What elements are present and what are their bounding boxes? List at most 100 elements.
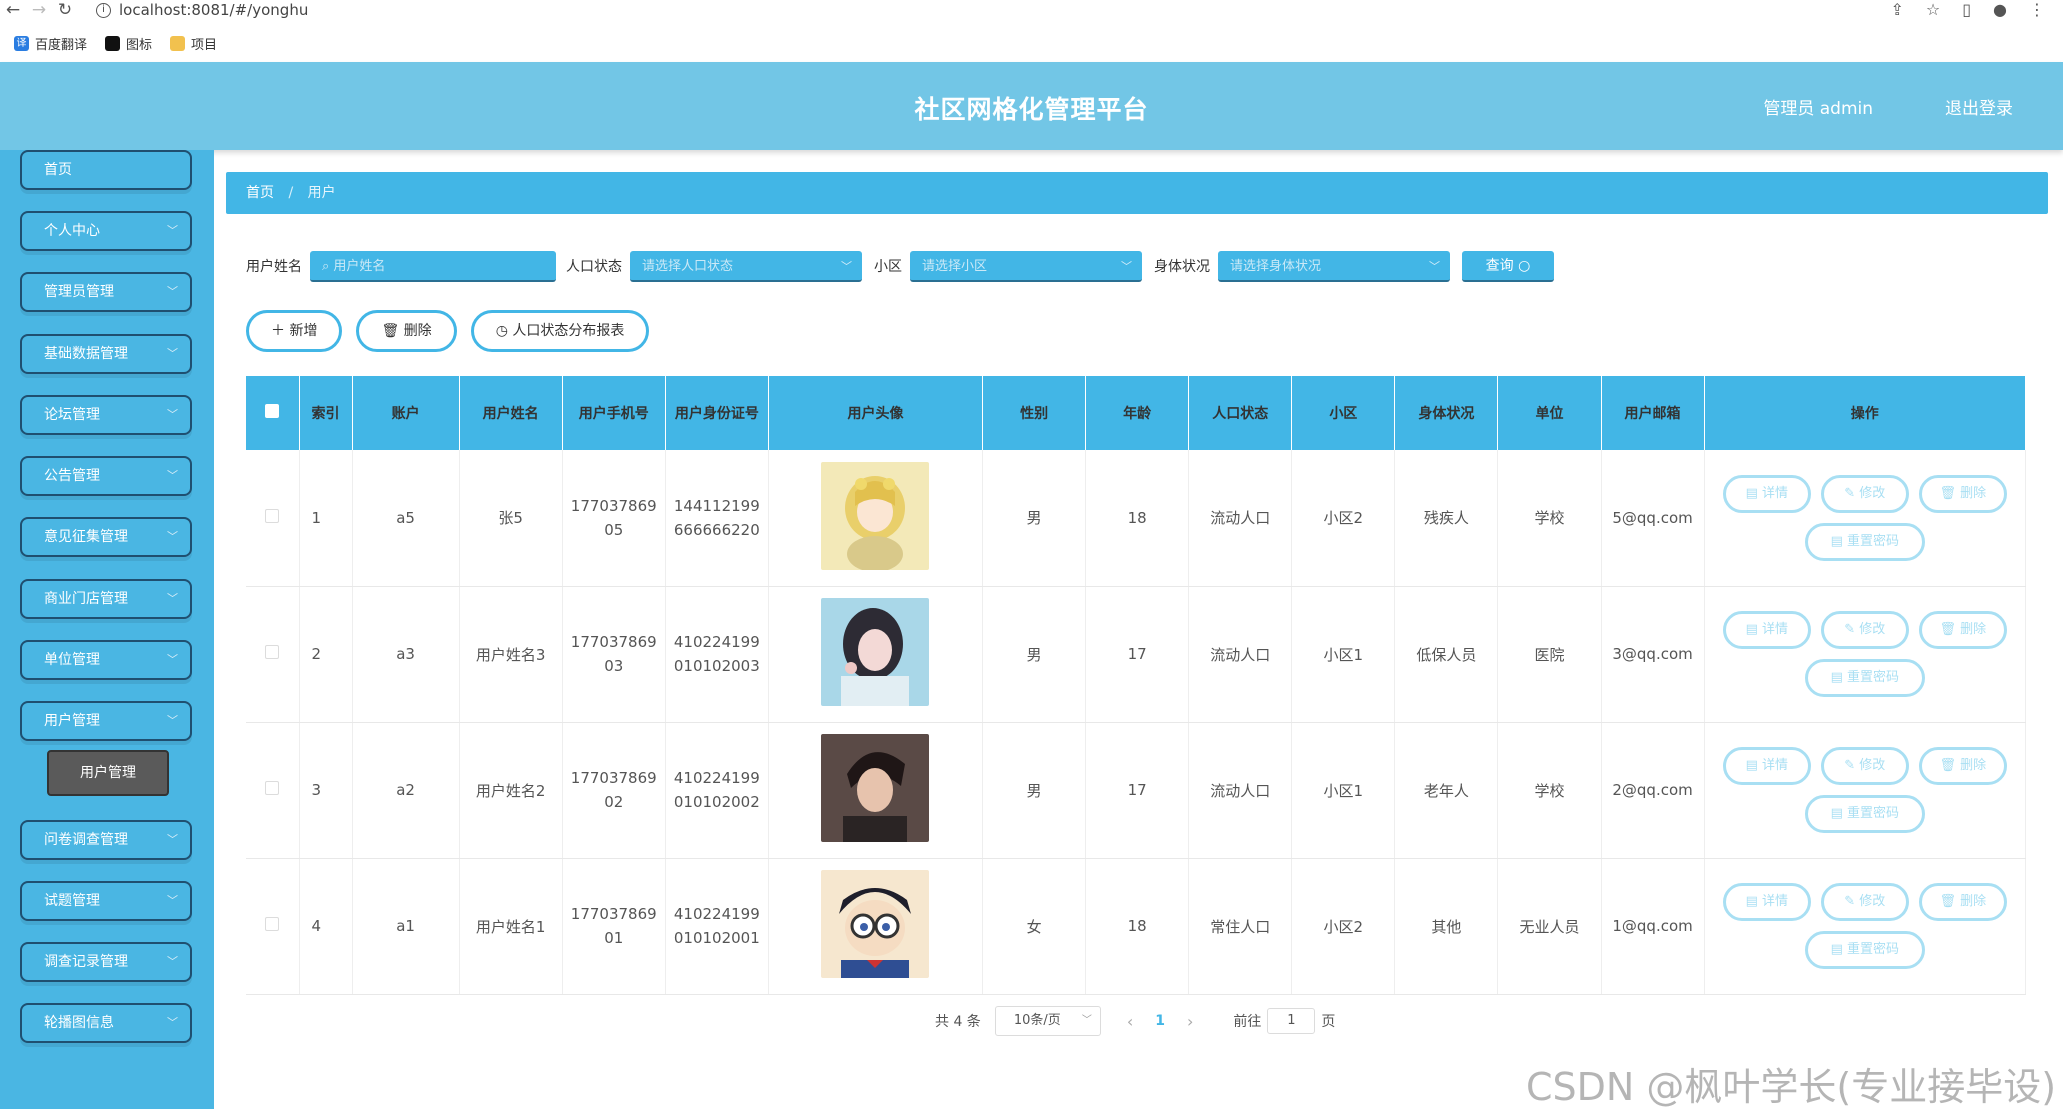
cell-status: 流动人口 bbox=[1188, 722, 1293, 859]
column-header: 用户邮箱 bbox=[1601, 376, 1705, 450]
edit-button[interactable]: ✎ 修改 bbox=[1820, 883, 1909, 921]
sidebar-item-survey[interactable]: 问卷调查管理 ﹀ bbox=[20, 820, 192, 860]
reset-label: 重置密码 bbox=[1847, 942, 1900, 957]
sidebar-item-opinion[interactable]: 意见征集管理 ﹀ bbox=[20, 517, 192, 557]
detail-button[interactable]: ▤ 详情 bbox=[1722, 611, 1811, 649]
forward-icon[interactable]: → bbox=[26, 0, 52, 20]
row-checkbox[interactable] bbox=[265, 508, 280, 523]
row-checkbox[interactable] bbox=[265, 917, 280, 931]
reset-label: 重置密码 bbox=[1847, 806, 1900, 821]
page-number[interactable]: 1 bbox=[1155, 1013, 1165, 1029]
sidebar-item-basedata[interactable]: 基础数据管理 ﹀ bbox=[20, 334, 192, 374]
breadcrumb-home[interactable]: 首页 bbox=[246, 185, 274, 201]
delete-button[interactable]: 🗑 删除 bbox=[1918, 747, 2007, 785]
reset-password-button[interactable]: ▤ 重置密码 bbox=[1804, 931, 1925, 969]
detail-button[interactable]: ▤ 详情 bbox=[1722, 883, 1811, 921]
status-select[interactable]: 请选择人口状态 ﹀ bbox=[630, 250, 862, 282]
pie-chart-icon: ◷ bbox=[495, 323, 513, 339]
reload-icon[interactable]: ↻ bbox=[52, 0, 78, 20]
row-checkbox[interactable] bbox=[265, 645, 280, 659]
logout-link[interactable]: 退出登录 bbox=[1945, 94, 2013, 119]
detail-label: 详情 bbox=[1762, 485, 1789, 501]
address-bar[interactable]: i localhost:8081/#/yonghu bbox=[96, 1, 308, 19]
pagination: 共 4 条 10条/页 ﹀ ‹ 1 › 前往 1 页 bbox=[935, 1006, 1335, 1036]
url-text: localhost:8081/#/yonghu bbox=[119, 1, 309, 19]
detail-label: 详情 bbox=[1762, 622, 1789, 637]
batch-delete-button[interactable]: 🗑 删除 bbox=[356, 310, 457, 352]
cell-email: 1@qq.com bbox=[1601, 858, 1705, 995]
share-icon[interactable]: ⇪ bbox=[1890, 0, 1903, 19]
next-page-icon[interactable]: › bbox=[1187, 1012, 1193, 1031]
sidebar-item-carousel[interactable]: 轮播图信息 ﹀ bbox=[20, 1003, 192, 1043]
current-user: 管理员 admin bbox=[1763, 99, 1873, 119]
sidebar-item-personal[interactable]: 个人中心 ﹀ bbox=[20, 211, 192, 251]
sidebar-item-home[interactable]: 首页 bbox=[20, 150, 192, 190]
sidebar-item-users[interactable]: 用户管理 ﹀ bbox=[20, 701, 192, 741]
cell-phone: 17703786901 bbox=[562, 858, 666, 995]
report-button[interactable]: ◷ 人口状态分布报表 bbox=[470, 310, 650, 352]
star-icon[interactable]: ☆ bbox=[1926, 0, 1940, 19]
translate-icon: 译 bbox=[14, 35, 29, 51]
column-header: 单位 bbox=[1497, 376, 1602, 450]
reset-label: 重置密码 bbox=[1847, 533, 1900, 549]
sidebar-item-notice[interactable]: 公告管理 ﹀ bbox=[20, 456, 192, 496]
info-icon[interactable]: i bbox=[96, 2, 111, 18]
query-button[interactable]: 查询 ○ bbox=[1462, 250, 1554, 282]
row-checkbox[interactable] bbox=[265, 781, 280, 795]
row-select-cell[interactable] bbox=[246, 450, 300, 587]
sidebar-item-store[interactable]: 商业门店管理 ﹀ bbox=[20, 579, 192, 619]
cell-gender: 男 bbox=[982, 586, 1087, 723]
sidebar-item-label: 商业门店管理 bbox=[44, 591, 128, 607]
reset-password-button[interactable]: ▤ 重置密码 bbox=[1804, 795, 1925, 833]
sidebar-item-label: 调查记录管理 bbox=[44, 954, 128, 970]
row-select-cell[interactable] bbox=[246, 586, 300, 723]
column-header: 用户手机号 bbox=[562, 376, 666, 450]
bookmark-fanyi[interactable]: 译 百度翻译 bbox=[14, 34, 87, 53]
bookmark-label: 百度翻译 bbox=[35, 37, 88, 53]
delete-button[interactable]: 🗑 删除 bbox=[1918, 883, 2007, 921]
goto-page-input[interactable]: 1 bbox=[1267, 1008, 1316, 1034]
delete-button[interactable]: 🗑 删除 bbox=[1918, 611, 2007, 649]
row-select-cell[interactable] bbox=[246, 722, 300, 859]
back-icon[interactable]: ← bbox=[0, 0, 26, 20]
reset-password-button[interactable]: ▤ 重置密码 bbox=[1804, 522, 1925, 561]
sidebar-item-records[interactable]: 调查记录管理 ﹀ bbox=[20, 942, 192, 982]
page-size-select[interactable]: 10条/页 ﹀ bbox=[994, 1006, 1101, 1036]
cell-email: 2@qq.com bbox=[1601, 722, 1705, 859]
select-all-cell[interactable] bbox=[246, 376, 300, 450]
sidebar-item-questions[interactable]: 试题管理 ﹀ bbox=[20, 881, 192, 921]
edit-button[interactable]: ✎ 修改 bbox=[1820, 474, 1909, 513]
reset-password-button[interactable]: ▤ 重置密码 bbox=[1804, 659, 1925, 697]
row-select-cell[interactable] bbox=[246, 858, 300, 995]
sidebar-item-label: 首页 bbox=[44, 162, 72, 178]
cell-account: a3 bbox=[352, 586, 460, 723]
profile-icon[interactable]: ● bbox=[1993, 0, 2007, 19]
health-select[interactable]: 请选择身体状况 ﹀ bbox=[1218, 250, 1450, 282]
detail-button[interactable]: ▤ 详情 bbox=[1722, 747, 1811, 785]
prev-page-icon[interactable]: ‹ bbox=[1127, 1012, 1133, 1031]
chevron-down-icon: ﹀ bbox=[167, 469, 178, 482]
sidepanel-icon[interactable]: ▯ bbox=[1962, 0, 1971, 19]
delete-button[interactable]: 🗑 删除 bbox=[1918, 474, 2007, 513]
bookmark-tubiao[interactable]: 图标 bbox=[105, 34, 152, 53]
document-icon: ▤ bbox=[1830, 806, 1847, 821]
bookmark-xiangmu[interactable]: 项目 bbox=[170, 34, 217, 53]
name-search-input[interactable]: ⌕ 用户姓名 bbox=[310, 250, 556, 282]
sidebar-item-label: 轮播图信息 bbox=[44, 1015, 114, 1031]
sidebar-item-forum[interactable]: 论坛管理 ﹀ bbox=[20, 395, 192, 435]
sidebar-item-unit[interactable]: 单位管理 ﹀ bbox=[20, 640, 192, 680]
menu-icon[interactable]: ⋮ bbox=[2029, 0, 2045, 19]
sidebar-item-label: 公告管理 bbox=[44, 468, 100, 484]
submenu-item-users[interactable]: 用户管理 bbox=[47, 750, 169, 796]
detail-button[interactable]: ▤ 详情 bbox=[1722, 474, 1811, 513]
column-header: 用户身份证号 bbox=[665, 376, 769, 450]
district-select[interactable]: 请选择小区 ﹀ bbox=[910, 250, 1142, 282]
edit-button[interactable]: ✎ 修改 bbox=[1820, 611, 1909, 649]
select-all-checkbox[interactable] bbox=[265, 404, 280, 418]
cell-health: 残疾人 bbox=[1394, 450, 1499, 587]
sidebar-item-admin[interactable]: 管理员管理 ﹀ bbox=[20, 272, 192, 312]
cell-district: 小区1 bbox=[1291, 722, 1396, 859]
edit-button[interactable]: ✎ 修改 bbox=[1820, 747, 1909, 785]
add-button[interactable]: ＋ 新增 bbox=[246, 310, 343, 352]
report-label: 人口状态分布报表 bbox=[512, 323, 625, 339]
